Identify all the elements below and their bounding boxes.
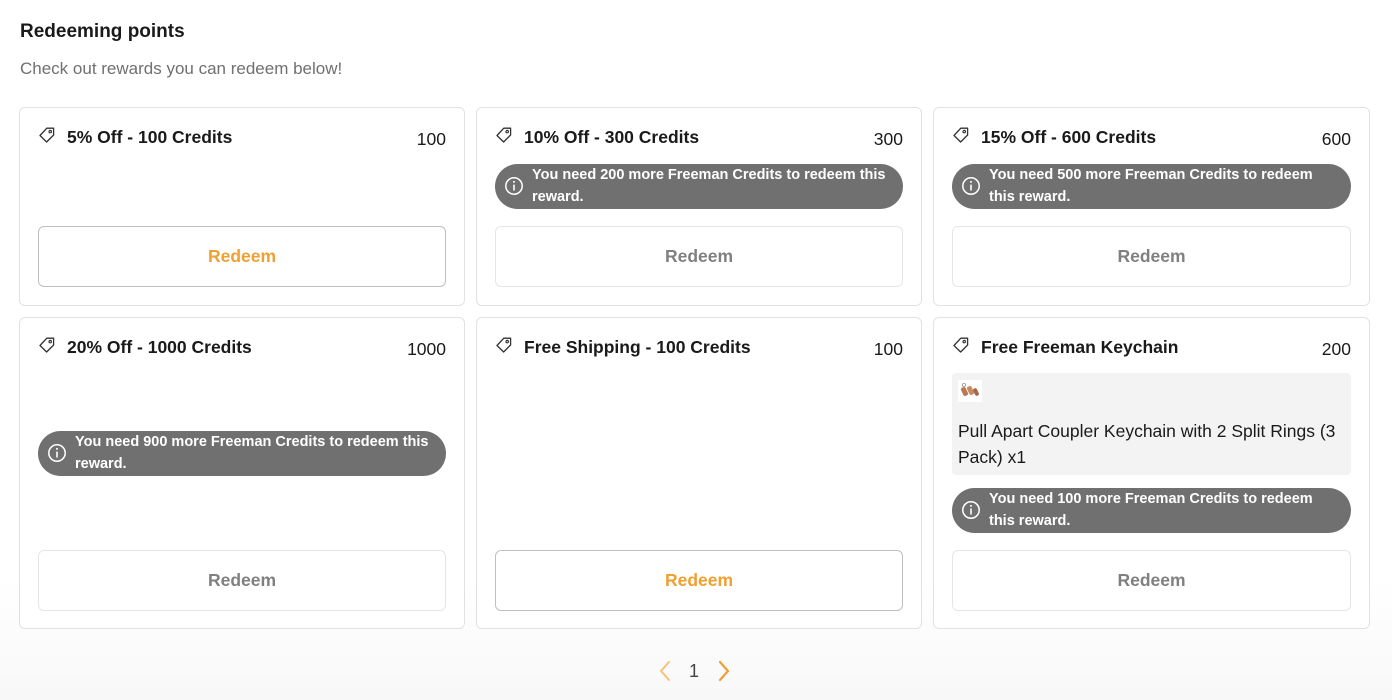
redeem-button[interactable]: Redeem (952, 226, 1351, 287)
redeem-button[interactable]: Redeem (952, 550, 1351, 611)
reward-card-header: Free Freeman Keychain 200 (952, 336, 1351, 362)
reward-card-15-off: 15% Off - 600 Credits 600 You need 500 m… (933, 107, 1370, 306)
redeem-button[interactable]: Redeem (495, 226, 903, 287)
reward-product: Pull Apart Coupler Keychain with 2 Split… (952, 373, 1351, 475)
product-name: Pull Apart Coupler Keychain with 2 Split… (958, 421, 1336, 467)
tag-icon (495, 336, 513, 354)
reward-card-5-off: 5% Off - 100 Credits 100 Redeem (19, 107, 465, 306)
redeem-button[interactable]: Redeem (38, 226, 446, 287)
reward-card-20-off: 20% Off - 1000 Credits 1000 You need 900… (19, 317, 465, 629)
reward-points: 100 (873, 339, 903, 359)
reward-title: 5% Off - 100 Credits (67, 127, 233, 147)
reward-points: 200 (1321, 339, 1351, 359)
reward-card-10-off: 10% Off - 300 Credits 300 You need 200 m… (476, 107, 922, 306)
info-icon (504, 176, 524, 196)
reward-card-header: 5% Off - 100 Credits 100 (38, 126, 446, 152)
reward-card-header: 20% Off - 1000 Credits 1000 (38, 336, 446, 362)
notice-text: You need 200 more Freeman Credits to red… (532, 167, 886, 205)
notice-text: You need 500 more Freeman Credits to red… (989, 167, 1313, 205)
tag-icon (952, 336, 970, 354)
pagination-current-page[interactable]: 1 (689, 661, 699, 682)
tag-icon (38, 336, 56, 354)
reward-title: Free Shipping - 100 Credits (524, 337, 751, 357)
notice-text: You need 900 more Freeman Credits to red… (75, 434, 429, 472)
redeem-button[interactable]: Redeem (38, 550, 446, 611)
reward-points: 1000 (407, 339, 446, 359)
insufficient-credits-notice: You need 200 more Freeman Credits to red… (495, 164, 903, 209)
reward-card-free-shipping: Free Shipping - 100 Credits 100 Redeem (476, 317, 922, 629)
page-title: Redeeming points (20, 21, 185, 42)
tag-icon (38, 126, 56, 144)
reward-points: 100 (416, 129, 446, 149)
keychain-thumbnail (958, 380, 982, 402)
redeem-button[interactable]: Redeem (495, 550, 903, 611)
reward-title: 20% Off - 1000 Credits (67, 337, 252, 357)
reward-points: 300 (873, 129, 903, 149)
info-icon (961, 500, 981, 520)
tag-icon (952, 126, 970, 144)
reward-title: Free Freeman Keychain (981, 337, 1179, 357)
info-icon (47, 443, 67, 463)
insufficient-credits-notice: You need 500 more Freeman Credits to red… (952, 164, 1351, 209)
reward-card-keychain: Free Freeman Keychain 200 Pull Apart Cou… (933, 317, 1370, 629)
chevron-right-icon[interactable] (713, 658, 733, 684)
reward-card-header: 15% Off - 600 Credits 600 (952, 126, 1351, 152)
reward-points: 600 (1321, 129, 1351, 149)
pagination: 1 (656, 656, 736, 686)
insufficient-credits-notice: You need 100 more Freeman Credits to red… (952, 488, 1351, 533)
page-subtitle: Check out rewards you can redeem below! (20, 59, 343, 78)
reward-card-header: 10% Off - 300 Credits 300 (495, 126, 903, 152)
tag-icon (495, 126, 513, 144)
chevron-left-icon[interactable] (656, 658, 676, 684)
reward-title: 15% Off - 600 Credits (981, 127, 1157, 147)
info-icon (961, 176, 981, 196)
reward-title: 10% Off - 300 Credits (524, 127, 700, 147)
insufficient-credits-notice: You need 900 more Freeman Credits to red… (38, 431, 446, 476)
notice-text: You need 100 more Freeman Credits to red… (989, 491, 1313, 529)
reward-card-header: Free Shipping - 100 Credits 100 (495, 336, 903, 362)
